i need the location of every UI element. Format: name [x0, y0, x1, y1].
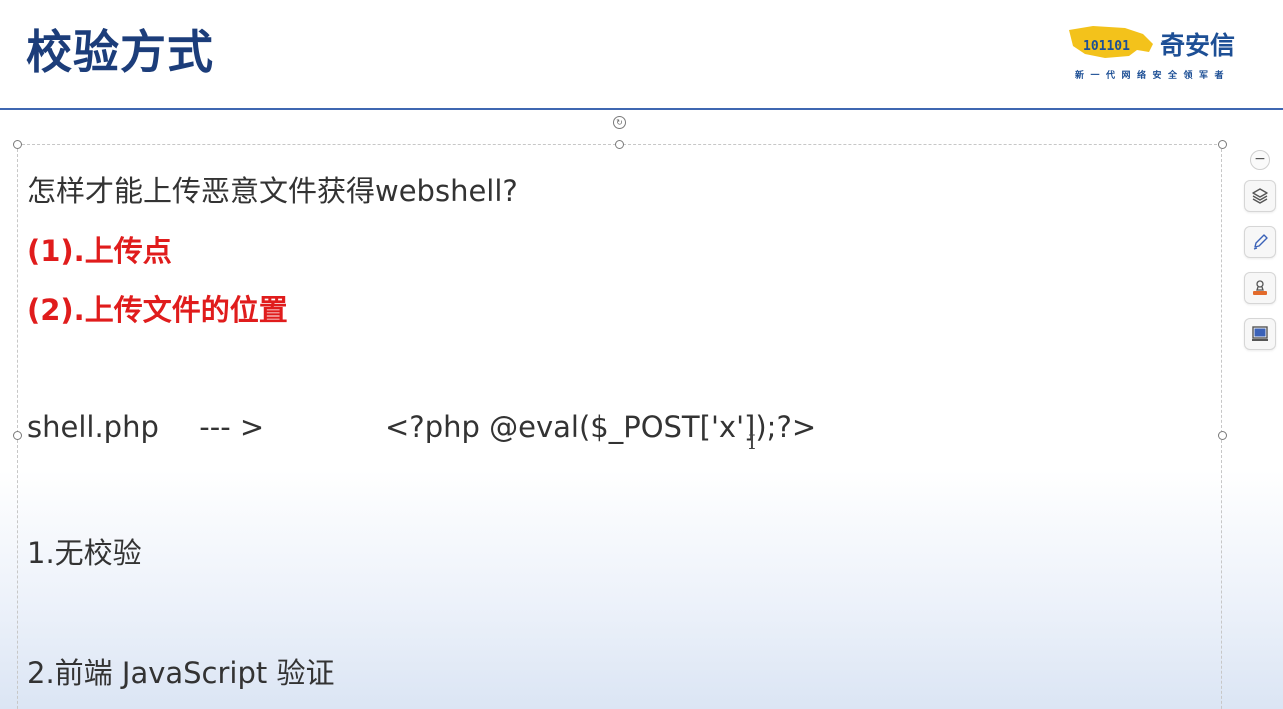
logo-mark-icon: 101101 — [1069, 26, 1153, 58]
logo-mark-text: 101101 — [1083, 39, 1130, 54]
floating-side-toolbar: − — [1244, 146, 1278, 356]
stamp-button[interactable] — [1244, 272, 1276, 304]
collapse-toolbar-button[interactable]: − — [1250, 150, 1270, 170]
layers-button[interactable] — [1244, 180, 1276, 212]
resize-handle-middle-right[interactable] — [1218, 431, 1227, 440]
question-text[interactable]: 怎样才能上传恶意文件获得webshell? — [27, 168, 518, 210]
text-insertion-cursor-icon: I — [748, 430, 756, 454]
resize-handle-top-left[interactable] — [13, 140, 22, 149]
slide-header: 校验方式 101101 奇安信 新一代网络安全领军者 — [0, 0, 1283, 108]
logo-tagline: 新一代网络安全领军者 — [1075, 71, 1231, 81]
screen-button[interactable] — [1244, 318, 1276, 350]
point-upload-location[interactable]: (1).上传点 — [27, 228, 172, 270]
resize-handle-top-right[interactable] — [1218, 140, 1227, 149]
rotate-handle[interactable]: ↻ — [613, 116, 626, 129]
slide-title: 校验方式 — [26, 25, 214, 79]
pen-button[interactable] — [1244, 226, 1276, 258]
stamp-icon — [1253, 280, 1267, 295]
code-arrow: --- > — [199, 410, 265, 444]
method-no-validation[interactable]: 1.无校验 — [27, 530, 142, 572]
screen-icon — [1252, 326, 1268, 341]
company-logo: 101101 奇安信 新一代网络安全领军者 — [1065, 18, 1270, 82]
presentation-slide: 校验方式 101101 奇安信 新一代网络安全领军者 ↻ 怎样才能上传恶意文件获… — [0, 0, 1283, 709]
resize-handle-middle-left[interactable] — [13, 431, 22, 440]
resize-handle-top-center[interactable] — [615, 140, 624, 149]
code-line-left[interactable]: shell.php --- > — [27, 410, 264, 444]
method-frontend-js-validation[interactable]: 2.前端 JavaScript 验证 — [27, 650, 334, 692]
header-divider — [0, 108, 1283, 110]
logo-name: 奇安信 — [1160, 31, 1236, 60]
point-upload-file-position[interactable]: (2).上传文件的位置 — [27, 287, 288, 329]
pen-icon — [1253, 234, 1268, 250]
layers-icon — [1252, 188, 1268, 204]
shell-filename: shell.php — [27, 410, 159, 444]
